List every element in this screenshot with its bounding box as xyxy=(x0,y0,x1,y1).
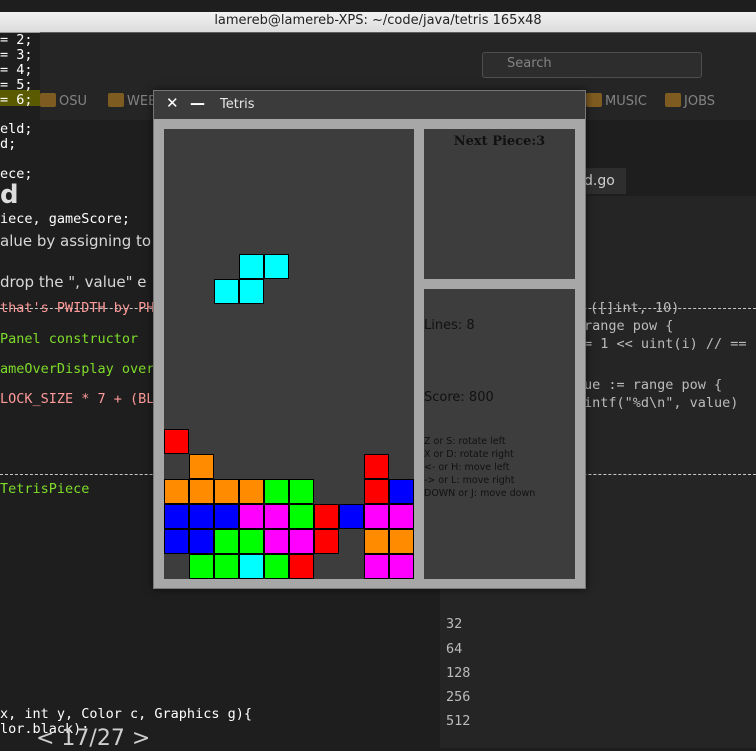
minimize-icon[interactable]: — xyxy=(190,94,205,112)
board-cell xyxy=(289,554,314,579)
board-cell xyxy=(289,529,314,554)
bookmark-osu[interactable]: OSU xyxy=(40,93,87,109)
board-cell xyxy=(164,504,189,529)
board-cell xyxy=(239,504,264,529)
window-title: Tetris xyxy=(220,97,255,112)
bookmark-jobs[interactable]: JOBS xyxy=(665,93,715,109)
board-cell xyxy=(189,529,214,554)
board-cell xyxy=(314,529,339,554)
code-line: = 1 << uint(i) // == xyxy=(584,336,747,352)
next-piece-label: Next Piece:3 xyxy=(453,134,546,149)
folder-icon xyxy=(108,93,124,107)
prose-line: alue by assigning to xyxy=(0,232,152,250)
board-cell xyxy=(289,479,314,504)
code-line: Panel constructor xyxy=(0,331,139,347)
board-cell xyxy=(339,504,364,529)
search-placeholder: Search xyxy=(507,56,552,71)
code-line: ([]int, 10) xyxy=(590,300,680,316)
bookmark-music[interactable]: MUSIC xyxy=(586,93,647,109)
next-piece-panel: Next Piece:3 xyxy=(424,129,575,279)
terminal-title: lamereb@lamereb-XPS: ~/code/java/tetris … xyxy=(214,13,542,28)
score-value: Score: 800 xyxy=(424,390,494,405)
board-cell xyxy=(314,504,339,529)
board-cell xyxy=(239,279,264,304)
board-cell xyxy=(239,529,264,554)
code-line: TetrisPiece xyxy=(0,481,90,497)
tetris-window: ✕ — Tetris Next Piece:3 Lines: 8 Score: … xyxy=(153,90,586,589)
code-line: d; xyxy=(0,136,17,152)
code-line: x, int y, Color c, Graphics g){ xyxy=(0,706,252,722)
board-cell xyxy=(189,479,214,504)
board-cell xyxy=(214,554,239,579)
board-cell xyxy=(189,554,214,579)
game-board xyxy=(164,129,414,579)
slide-pager[interactable]: < 17/27 > xyxy=(36,726,150,751)
board-cell xyxy=(264,479,289,504)
board-cell xyxy=(239,479,264,504)
code-line: = 3; xyxy=(0,47,33,63)
board-cell xyxy=(364,554,389,579)
close-icon[interactable]: ✕ xyxy=(166,94,179,112)
folder-icon xyxy=(586,93,602,107)
board-cell xyxy=(214,479,239,504)
file-tab[interactable]: d.go xyxy=(584,168,626,194)
board-cell xyxy=(214,529,239,554)
board-grid xyxy=(164,254,414,579)
number-line: 512 xyxy=(446,713,471,729)
prose-line: drop the ", value" e xyxy=(0,273,147,291)
lines-count: Lines: 8 xyxy=(424,318,475,333)
board-cell xyxy=(214,504,239,529)
bookmark-web[interactable]: WEB xyxy=(108,93,157,109)
board-cell xyxy=(189,504,214,529)
help-line: X or D: rotate right xyxy=(424,449,514,460)
board-cell xyxy=(264,504,289,529)
board-cell xyxy=(364,454,389,479)
code-line: = 2; xyxy=(0,32,33,48)
board-cell xyxy=(164,479,189,504)
board-cell xyxy=(264,529,289,554)
code-line: = 6; xyxy=(0,92,33,108)
board-cell xyxy=(264,554,289,579)
help-line: DOWN or J: move down xyxy=(424,488,536,499)
code-line: intf("%d\n", value) xyxy=(584,395,739,411)
board-cell xyxy=(214,279,239,304)
help-line: <- or H: move left xyxy=(424,462,510,473)
number-line: 32 xyxy=(446,616,463,632)
terminal-titlebar: lamereb@lamereb-XPS: ~/code/java/tetris … xyxy=(0,12,756,33)
folder-icon xyxy=(40,93,56,107)
number-line: 128 xyxy=(446,665,471,681)
board-cell xyxy=(289,504,314,529)
help-line: -> or L: move right xyxy=(424,475,515,486)
board-cell xyxy=(389,529,414,554)
code-line: iece, gameScore; xyxy=(0,211,131,227)
window-titlebar[interactable]: ✕ — Tetris xyxy=(154,91,585,119)
code-line: that's PWIDTH by PH xyxy=(0,300,155,316)
help-line: Z or S: rotate left xyxy=(424,436,506,447)
code-line: ameOverDisplay overl xyxy=(0,361,163,377)
code-line: range pow { xyxy=(584,318,674,334)
board-cell xyxy=(389,554,414,579)
board-cell xyxy=(389,479,414,504)
board-cell xyxy=(364,529,389,554)
number-line: 64 xyxy=(446,641,463,657)
board-cell xyxy=(239,254,264,279)
board-cell xyxy=(164,429,189,454)
board-cell xyxy=(389,504,414,529)
board-cell xyxy=(364,504,389,529)
folder-icon xyxy=(665,93,681,107)
board-cell xyxy=(164,529,189,554)
info-panel: Lines: 8 Score: 800 Z or S: rotate left … xyxy=(424,289,575,579)
board-cell xyxy=(264,254,289,279)
board-cell xyxy=(364,479,389,504)
board-cell xyxy=(239,554,264,579)
board-cell xyxy=(189,454,214,479)
code-line: eld; xyxy=(0,121,33,137)
code-line: LOCK_SIZE * 7 + (BLO xyxy=(0,391,163,407)
window-body: Next Piece:3 Lines: 8 Score: 800 Z or S:… xyxy=(154,119,585,588)
code-line: = 5; xyxy=(0,77,33,93)
heading-fragment: d xyxy=(0,180,19,210)
number-line: 256 xyxy=(446,689,471,705)
code-line: ue := range pow { xyxy=(584,377,723,393)
code-line: = 4; xyxy=(0,62,33,78)
